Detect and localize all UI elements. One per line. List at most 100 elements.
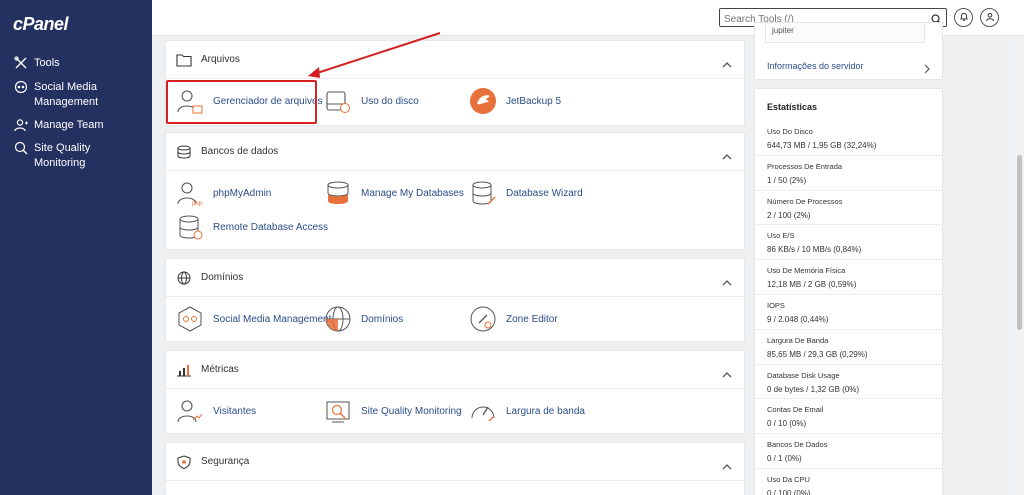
tool-label: Manage My Databases: [361, 187, 464, 199]
disk-usage-icon: [324, 87, 352, 115]
chevron-up-icon[interactable]: [722, 148, 732, 160]
phpmyadmin-icon: php: [176, 179, 204, 207]
manage-databases-icon: [324, 179, 352, 207]
visitors-icon: [176, 397, 204, 425]
domains-icon: [324, 305, 352, 333]
globe-icon: [176, 271, 192, 285]
tool-label: Site Quality Monitoring: [361, 405, 462, 417]
stat-value: 0 / 1 (0%): [767, 454, 802, 464]
sidebar-item-label: Manage Team: [34, 119, 104, 131]
sidebar-item-label: Site Quality Monitoring: [34, 142, 91, 169]
folder-icon: [176, 53, 192, 67]
sidebar-item-manage-team[interactable]: Manage Team: [14, 118, 144, 133]
annotation-arrow: [308, 32, 441, 78]
tool-dominios[interactable]: Domínios: [324, 305, 403, 333]
tool-site-quality-monitoring[interactable]: Site Quality Monitoring: [324, 397, 462, 425]
chevron-up-icon[interactable]: [722, 366, 732, 378]
theme-value: jupiter: [772, 26, 794, 35]
bandwidth-icon: [469, 397, 497, 425]
chevron-up-icon[interactable]: [722, 56, 732, 68]
tool-disk-usage[interactable]: Uso do disco: [324, 87, 419, 115]
stat-value: 12,18 MB / 2 GB (0,59%): [767, 280, 857, 290]
tool-social-media-management[interactable]: Social Media Management: [176, 305, 331, 333]
stat-value: 0 / 10 (0%): [767, 419, 807, 429]
statistics-card: Estatísticas Uso Do Disco 644,73 MB / 1,9…: [754, 88, 943, 495]
tool-label: JetBackup 5: [506, 95, 562, 107]
site-quality-icon: [324, 397, 352, 425]
sidebar-item-tools[interactable]: Tools: [14, 56, 144, 71]
server-info-link[interactable]: Informações do servidor: [755, 53, 942, 79]
chevron-up-icon[interactable]: [722, 458, 732, 470]
social-icon: [14, 80, 28, 94]
stat-label: IOPS: [767, 301, 785, 310]
cpanel-logo[interactable]: cPanel: [13, 14, 69, 35]
svg-text:php: php: [192, 201, 203, 207]
stat-row: Uso De Memória Física 12,18 MB / 2 GB (0,…: [755, 260, 942, 295]
section-bancos-de-dados: Bancos de dados php phpMyAdmin Manage My…: [165, 132, 745, 250]
tool-label: Remote Database Access: [213, 221, 329, 233]
section-metricas: Métricas Visitantes Site Quality Monitor…: [165, 350, 745, 434]
stat-row: Database Disk Usage 0 de bytes / 1,32 GB …: [755, 365, 942, 400]
tool-zone-editor[interactable]: Zone Editor: [469, 305, 558, 333]
stat-row: Contas De Email 0 / 10 (0%): [755, 399, 942, 435]
database-wizard-icon: [469, 179, 497, 207]
stat-value: 0 / 100 (0%): [767, 489, 811, 495]
section-header[interactable]: Segurança: [166, 443, 744, 481]
section-title: Domínios: [201, 272, 244, 283]
chevron-up-icon[interactable]: [722, 274, 732, 286]
team-icon: [14, 118, 28, 132]
stat-label: Número De Processos: [767, 196, 843, 206]
stat-row: Uso Da CPU 0 / 100 (0%): [755, 469, 942, 495]
tool-manage-databases[interactable]: Manage My Databases: [324, 179, 464, 207]
stat-value: 1 / 50 (2%): [767, 175, 807, 185]
stat-value: 0 de bytes / 1,32 GB (0%): [767, 384, 860, 394]
stat-row: Uso Do Disco 644,73 MB / 1,95 GB (32,24%): [755, 121, 942, 156]
stat-label: Uso Da CPU: [767, 475, 810, 484]
tool-remote-database-access[interactable]: Remote Database Access: [176, 213, 328, 241]
server-info-card: jupiter Informações do servidor: [754, 22, 943, 80]
tool-label: Domínios: [361, 313, 404, 325]
tool-label: Social Media Management: [213, 313, 332, 325]
section-seguranca: Segurança: [165, 442, 745, 495]
tool-label: Zone Editor: [506, 313, 558, 325]
stat-row: Bancos De Dados 0 / 1 (0%): [755, 434, 942, 469]
section-header[interactable]: Arquivos: [166, 41, 744, 79]
tool-largura-de-banda[interactable]: Largura de banda: [469, 397, 585, 425]
stat-row: Uso E/S 86 KB/s / 10 MB/s (0,84%): [755, 225, 942, 261]
highlight-box: [166, 80, 317, 124]
quality-icon: [14, 141, 28, 155]
sidebar-item-social-media[interactable]: Social Media Management: [14, 80, 144, 110]
section-dominios: Domínios Social Media Management Domínio…: [165, 258, 745, 342]
jetbackup-icon: [469, 87, 497, 115]
tool-label: Database Wizard: [506, 187, 583, 199]
user-menu-button[interactable]: [980, 8, 999, 27]
tool-visitantes[interactable]: Visitantes: [176, 397, 256, 425]
remote-database-icon: [176, 213, 204, 241]
tool-jetbackup[interactable]: JetBackup 5: [469, 87, 561, 115]
bell-icon: [959, 9, 969, 27]
stat-label: Bancos De Dados: [767, 440, 828, 450]
stat-value: 9 / 2.048 (0,44%): [767, 315, 829, 324]
stat-label: Database Disk Usage: [767, 370, 840, 380]
stat-label: Uso E/S: [767, 231, 795, 241]
section-title: Arquivos: [201, 54, 240, 65]
statistics-title: Estatísticas: [767, 102, 818, 112]
section-header[interactable]: Domínios: [166, 259, 744, 297]
stat-label: Largura De Banda: [767, 335, 829, 345]
tool-phpmyadmin[interactable]: php phpMyAdmin: [176, 179, 271, 207]
sidebar-item-site-quality[interactable]: Site Quality Monitoring: [14, 141, 144, 171]
tool-database-wizard[interactable]: Database Wizard: [469, 179, 583, 207]
sidebar-item-label: Social Media Management: [34, 81, 99, 108]
stat-value: 86 KB/s / 10 MB/s (0,84%): [767, 245, 862, 255]
stat-row: Largura De Banda 85,65 MB / 29,3 GB (0,29…: [755, 330, 942, 365]
section-title: Bancos de dados: [201, 146, 279, 157]
tools-icon: [14, 56, 28, 70]
user-icon: [985, 9, 995, 27]
section-header[interactable]: Métricas: [166, 351, 744, 389]
stat-label: Contas De Email: [767, 405, 824, 415]
notifications-button[interactable]: [954, 8, 973, 27]
database-icon: [176, 145, 192, 159]
social-media-icon: [176, 305, 204, 333]
scrollbar-thumb[interactable]: [1017, 155, 1022, 330]
section-header[interactable]: Bancos de dados: [166, 133, 744, 171]
